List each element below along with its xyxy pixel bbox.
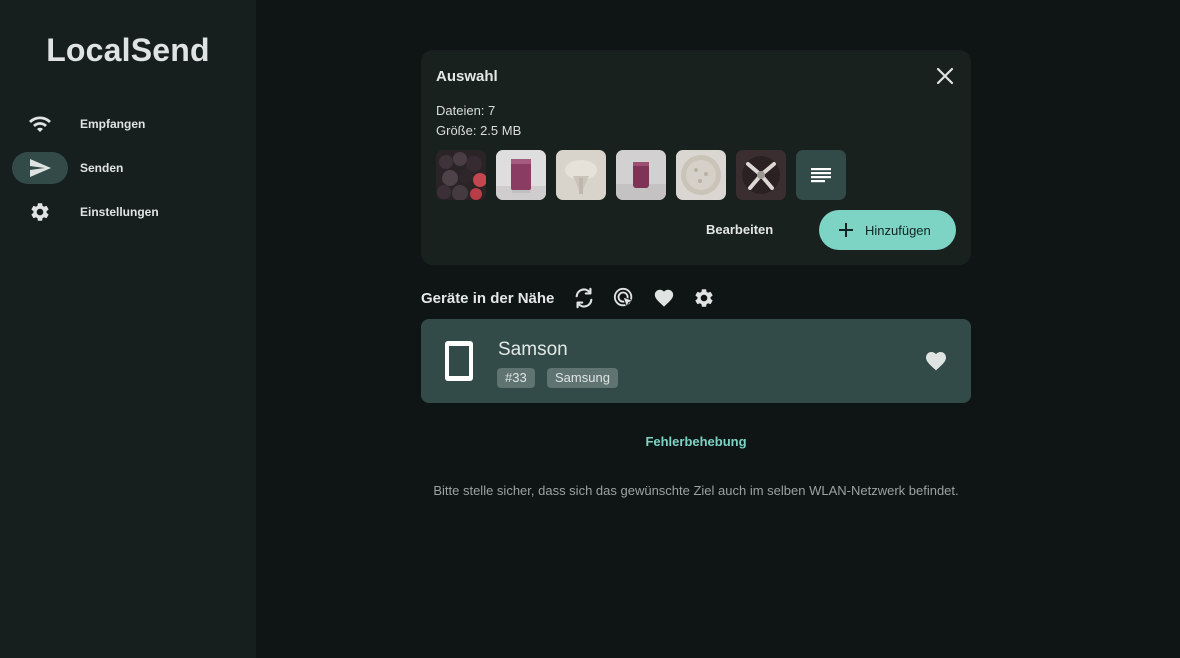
- device-tag-model: Samsung: [547, 368, 618, 388]
- thumbnail-smoothie[interactable]: [496, 150, 546, 200]
- app-title: LocalSend: [46, 32, 210, 68]
- device-name: Samson: [498, 339, 568, 360]
- sidebar-item-settings[interactable]: Einstellungen: [12, 196, 244, 228]
- plus-icon: [837, 221, 855, 239]
- sidebar-item-label: Empfangen: [80, 117, 146, 131]
- thumbnail-strip: [436, 150, 846, 200]
- phone-icon: [443, 339, 475, 388]
- sidebar-item-send[interactable]: Senden: [12, 152, 244, 184]
- file-size: Größe: 2.5 MB: [436, 123, 522, 138]
- close-icon[interactable]: [933, 64, 957, 88]
- thumbnail-smoothie-2[interactable]: [616, 150, 666, 200]
- thumbnail-berries[interactable]: [436, 150, 486, 200]
- add-button[interactable]: Hinzufügen: [819, 210, 956, 250]
- troubleshoot-link[interactable]: Fehlerbehebung: [421, 434, 971, 449]
- send-icon: [12, 152, 68, 184]
- heart-icon[interactable]: [652, 286, 676, 310]
- nearby-title: Geräte in der Nähe: [421, 289, 555, 307]
- selection-title: Auswahl: [436, 68, 498, 85]
- sidebar-item-receive[interactable]: Empfangen: [12, 108, 244, 140]
- thumbnail-oats[interactable]: [676, 150, 726, 200]
- sidebar-item-label: Senden: [80, 161, 124, 175]
- device-tag-id: #33: [497, 368, 535, 388]
- gear-icon: [12, 196, 68, 228]
- edit-button[interactable]: Bearbeiten: [706, 222, 773, 237]
- gear-icon[interactable]: [692, 286, 716, 310]
- add-button-label: Hinzufügen: [865, 222, 931, 238]
- device-card[interactable]: Samson #33 Samsung: [421, 319, 971, 403]
- selection-card: Auswahl Dateien: 7 Größe: 2.5 MB Bearbei…: [421, 50, 971, 265]
- file-count: Dateien: 7: [436, 103, 496, 118]
- refresh-icon[interactable]: [572, 286, 596, 310]
- thumbnail-blender[interactable]: [736, 150, 786, 200]
- sidebar-item-label: Einstellungen: [80, 205, 159, 219]
- thumbnail-bowl[interactable]: [556, 150, 606, 200]
- target-cursor-icon[interactable]: [612, 286, 636, 310]
- wifi-icon: [12, 108, 68, 140]
- network-hint: Bitte stelle sicher, dass sich das gewün…: [433, 483, 959, 498]
- sidebar: LocalSend Empfangen Senden Einstellungen: [0, 0, 256, 658]
- more-files-icon[interactable]: [796, 150, 846, 200]
- favorite-heart-icon[interactable]: [924, 349, 948, 378]
- nearby-header: Geräte in der Nähe: [421, 286, 724, 310]
